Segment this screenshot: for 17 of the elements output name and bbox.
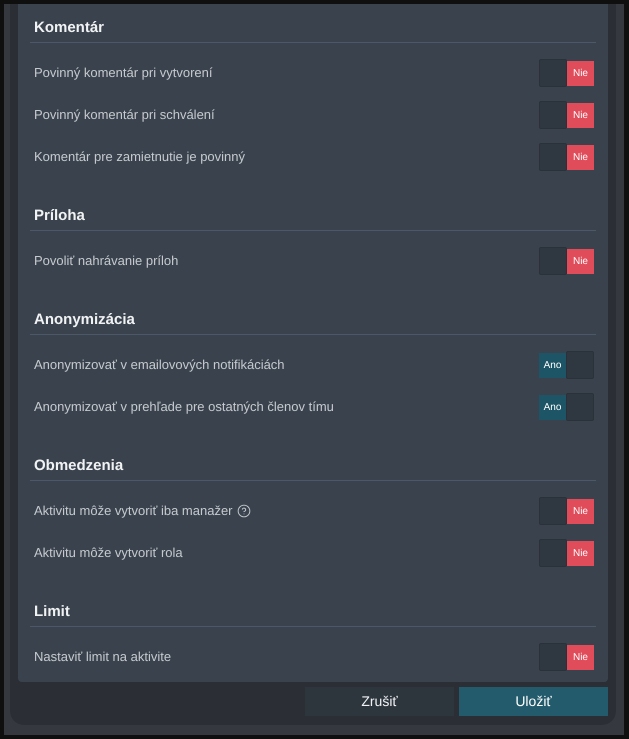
setting-label: Komentár pre zamietnutie je povinný: [34, 148, 246, 166]
setting-label: Aktivitu môže vytvoriť rola: [34, 544, 183, 562]
save-button[interactable]: Uložiť: [459, 687, 608, 716]
section-heading: Limit: [34, 603, 70, 620]
section-heading: Príloha: [34, 207, 85, 224]
setting-label: Nastaviť limit na aktivite: [34, 648, 172, 666]
setting-label: Povoliť nahrávanie príloh: [34, 252, 178, 270]
section-heading: Komentár: [34, 19, 104, 36]
help-icon[interactable]: [236, 504, 250, 518]
setting-label: Povinný komentár pri vytvorení: [34, 64, 212, 82]
setting-label: Aktivitu môže vytvoriť iba manažer: [34, 502, 232, 520]
cancel-button[interactable]: Zrušiť: [305, 687, 454, 716]
setting-label: Povinný komentár pri schválení: [34, 106, 215, 124]
section-heading: Obmedzenia: [34, 457, 124, 474]
section-heading: Anonymizácia: [34, 311, 135, 328]
setting-label: Anonymizovať v prehľade pre ostatných členov tímu: [34, 398, 334, 416]
setting-label: Anonymizovať v emailovových notifikáciách: [34, 356, 285, 374]
